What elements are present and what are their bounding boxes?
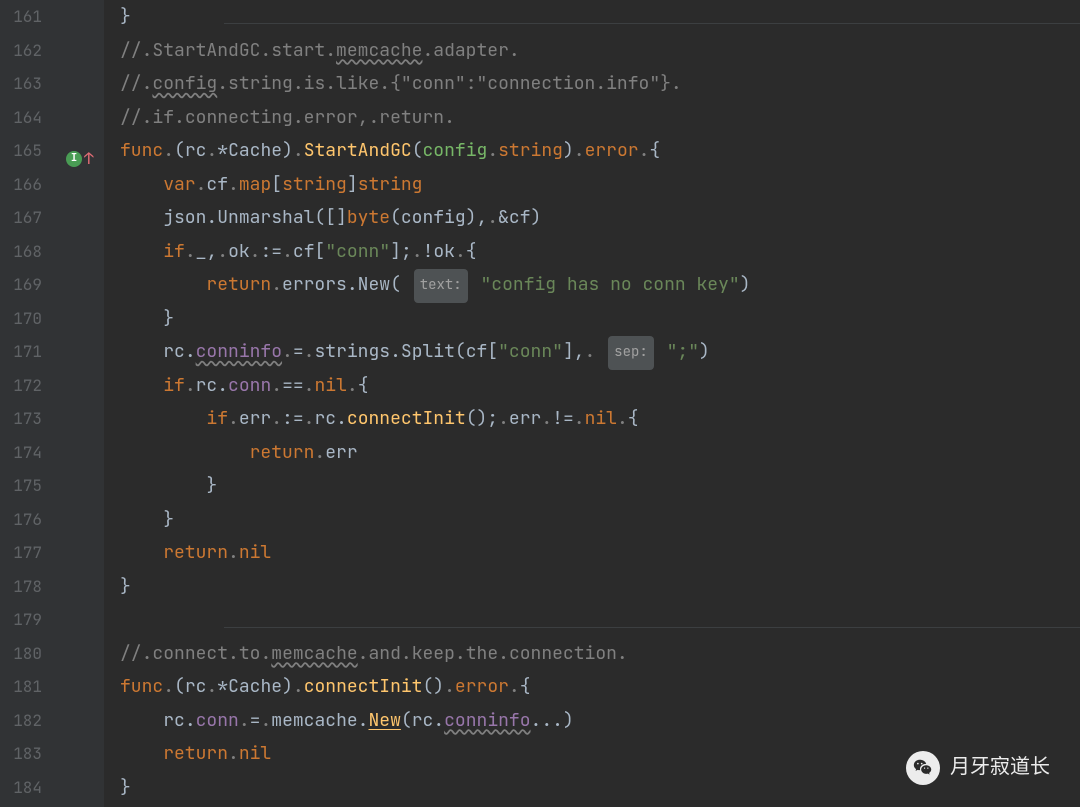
method-separator xyxy=(224,23,1080,24)
code-line[interactable]: //.config.string.is.like.{"conn":"connec… xyxy=(120,67,1064,101)
code-line[interactable]: } xyxy=(120,302,1064,336)
line-number: 170 xyxy=(0,302,60,336)
code-line[interactable]: } xyxy=(120,469,1064,503)
arrow-up-icon: ↑ xyxy=(84,142,94,176)
code-line[interactable]: return.errors.New( text: "config has no … xyxy=(120,268,1064,302)
info-badge-icon: I xyxy=(66,151,82,167)
watermark-text: 月牙寂道长 xyxy=(950,751,1050,785)
gutter-markers: I ↑ xyxy=(60,0,104,807)
line-number: 164 xyxy=(0,101,60,135)
line-number: 176 xyxy=(0,503,60,537)
line-number: 184 xyxy=(0,771,60,805)
code-line[interactable]: var.cf.map[string]string xyxy=(120,168,1064,202)
code-editor[interactable]: 1611621631641651661671681691701711721731… xyxy=(0,0,1080,807)
code-line[interactable]: //.if.connecting.error,.return. xyxy=(120,101,1064,135)
code-line[interactable]: json.Unmarshal([]byte(config),.&cf) xyxy=(120,201,1064,235)
line-number: 172 xyxy=(0,369,60,403)
line-number: 179 xyxy=(0,603,60,637)
line-number: 163 xyxy=(0,67,60,101)
code-line[interactable]: } xyxy=(120,503,1064,537)
line-number: 175 xyxy=(0,469,60,503)
code-line[interactable]: //.StartAndGC.start.memcache.adapter. xyxy=(120,34,1064,68)
code-line[interactable]: } xyxy=(120,0,1064,34)
code-line[interactable]: //.connect.to.memcache.and.keep.the.conn… xyxy=(120,637,1064,671)
method-separator xyxy=(224,627,1080,628)
line-number: 173 xyxy=(0,402,60,436)
line-number: 180 xyxy=(0,637,60,671)
line-number: 168 xyxy=(0,235,60,269)
line-number: 183 xyxy=(0,737,60,771)
line-number: 171 xyxy=(0,335,60,369)
line-number-gutter: 1611621631641651661671681691701711721731… xyxy=(0,0,60,807)
line-number: 161 xyxy=(0,0,60,34)
code-line[interactable]: func.(rc.*Cache).StartAndGC(config.strin… xyxy=(120,134,1064,168)
watermark: 月牙寂道长 xyxy=(906,751,1050,785)
code-line[interactable]: rc.conn.=.memcache.New(rc.conninfo...) xyxy=(120,704,1064,738)
line-number: 182 xyxy=(0,704,60,738)
line-number: 174 xyxy=(0,436,60,470)
code-line[interactable]: if.err.:=.rc.connectInit();.err.!=.nil.{ xyxy=(120,402,1064,436)
line-number: 181 xyxy=(0,670,60,704)
code-line[interactable]: if.rc.conn.==.nil.{ xyxy=(120,369,1064,403)
code-line[interactable]: return.nil xyxy=(120,536,1064,570)
line-number: 166 xyxy=(0,168,60,202)
line-number: 162 xyxy=(0,34,60,68)
line-number: 167 xyxy=(0,201,60,235)
param-hint-sep: sep: xyxy=(608,336,654,370)
line-number: 169 xyxy=(0,268,60,302)
param-hint-text: text: xyxy=(414,269,468,303)
code-line[interactable] xyxy=(120,603,1064,637)
line-number: 178 xyxy=(0,570,60,604)
wechat-icon xyxy=(906,751,940,785)
vcs-change-marker: I ↑ xyxy=(66,142,94,176)
code-line[interactable]: } xyxy=(120,570,1064,604)
line-number: 165 xyxy=(0,134,60,168)
code-area[interactable]: } //.StartAndGC.start.memcache.adapter. … xyxy=(104,0,1080,807)
code-line[interactable]: return.err xyxy=(120,436,1064,470)
code-line[interactable]: if._,.ok.:=.cf["conn"];.!ok.{ xyxy=(120,235,1064,269)
code-line[interactable]: func.(rc.*Cache).connectInit().error.{ xyxy=(120,670,1064,704)
code-line[interactable]: rc.conninfo.=.strings.Split(cf["conn"],.… xyxy=(120,335,1064,369)
line-number: 177 xyxy=(0,536,60,570)
